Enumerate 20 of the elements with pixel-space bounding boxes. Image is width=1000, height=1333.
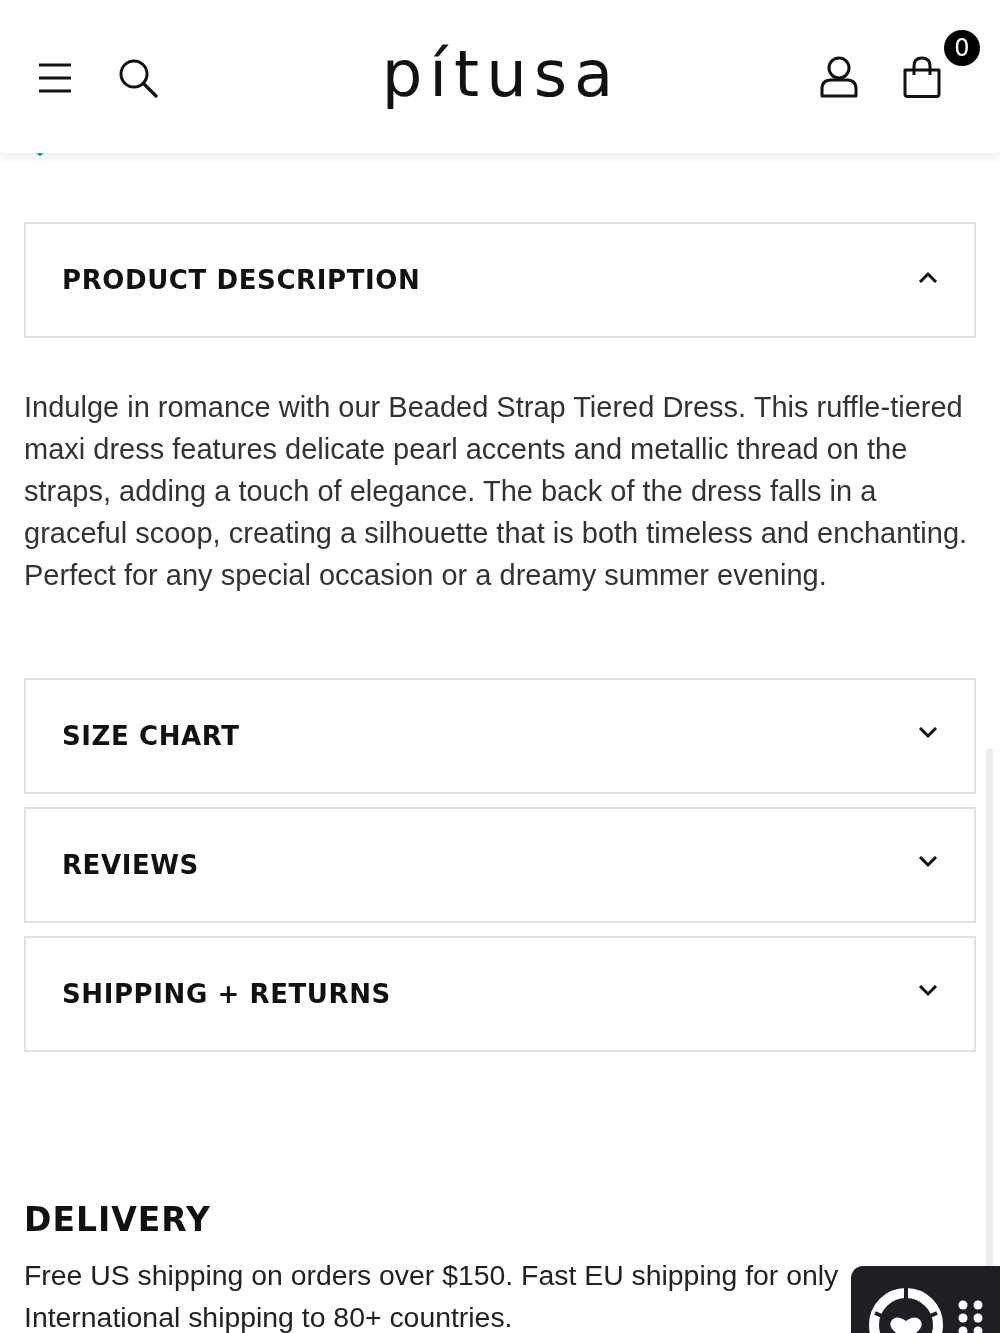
search-icon[interactable]: [118, 57, 158, 98]
chat-widget-button[interactable]: [851, 1266, 1000, 1333]
accordion-header[interactable]: SHIPPING + RETURNS: [24, 936, 976, 1052]
delivery-text: Free US shipping on orders over $150. Fast EU shipping for only: [24, 1258, 839, 1293]
shopping-bag-icon[interactable]: [902, 55, 942, 98]
chevron-down-icon: [918, 856, 938, 868]
accordion-header[interactable]: SIZE CHART: [24, 678, 976, 794]
accordion-header[interactable]: PRODUCT DESCRIPTION: [24, 222, 976, 338]
product-description-text: Indulge in romance with our Beaded Strap Tiered Dress. This ruffle-tiered maxi dress features delicate pearl accents and metallic thread on the straps, adding a touch of elegance. The back of the dress falls in a graceful scoop, creating a silhouette that is both timeless and enchanting. Perfect for any special occasion or a dreamy summer evening.: [24, 390, 969, 593]
chevron-down-icon: [918, 985, 938, 997]
delivery-heading: DELIVERY: [24, 1200, 212, 1240]
dots-grid-icon: [958, 1299, 984, 1333]
user-icon[interactable]: [820, 55, 858, 98]
menu-icon[interactable]: [38, 62, 72, 93]
accordion-header[interactable]: REVIEWS: [24, 807, 976, 923]
delivery-text: International shipping to 80+ countries.: [24, 1300, 513, 1333]
heart-ring-logo-icon: [868, 1285, 944, 1333]
chevron-down-icon: [918, 727, 938, 739]
cart-count-badge: 0: [944, 29, 980, 66]
chevron-up-icon: [918, 271, 938, 283]
